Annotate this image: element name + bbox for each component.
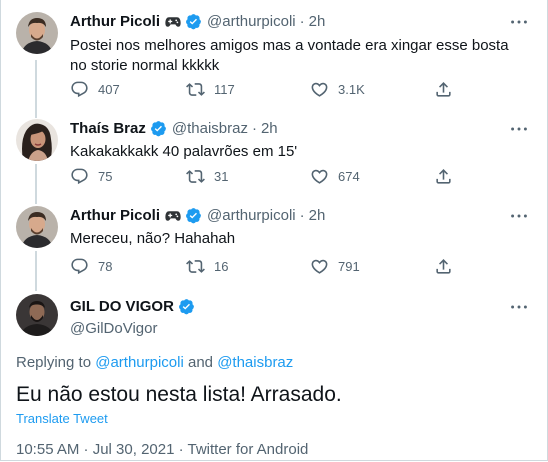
gamepad-icon bbox=[165, 16, 181, 27]
reply-count: 75 bbox=[98, 169, 113, 184]
reply-count: 407 bbox=[98, 82, 120, 97]
replying-user-link[interactable]: @thaisbraz bbox=[217, 354, 293, 371]
avatar[interactable] bbox=[16, 119, 58, 161]
tweet-actions: 78 16 791 bbox=[62, 257, 462, 277]
like-icon bbox=[311, 169, 328, 184]
tweet-text: Kakakakkakk 40 palavrões em 15' bbox=[70, 143, 298, 160]
like-count: 3.1K bbox=[338, 82, 365, 97]
author-name[interactable]: Arthur Picoli bbox=[70, 207, 160, 224]
author-name[interactable]: Arthur Picoli bbox=[70, 13, 160, 30]
reply-count: 78 bbox=[98, 259, 113, 274]
separator-dot: · bbox=[299, 13, 305, 30]
separator-dot: · bbox=[299, 207, 305, 224]
share-icon bbox=[436, 259, 451, 274]
thread-connector bbox=[35, 164, 37, 204]
thread-connector bbox=[35, 251, 37, 291]
like-icon bbox=[311, 82, 328, 97]
gamepad-icon bbox=[165, 210, 181, 221]
thread-connector bbox=[35, 60, 37, 118]
verified-badge-icon bbox=[186, 208, 201, 224]
like-button[interactable]: 674 bbox=[310, 167, 360, 186]
retweet-count: 31 bbox=[214, 169, 229, 184]
author-handle[interactable]: @thaisbraz bbox=[172, 120, 248, 137]
tweet-actions: 75 31 674 bbox=[62, 167, 462, 187]
more-icon[interactable] bbox=[508, 118, 530, 140]
tweet-meta[interactable]: 10:55 AM · Jul 30, 2021 · Twitter for An… bbox=[16, 441, 308, 458]
like-count: 674 bbox=[338, 169, 360, 184]
replying-prefix: Replying to bbox=[16, 354, 96, 371]
tweet-text: Mereceu, não? Hahahah bbox=[70, 230, 236, 247]
timestamp[interactable]: 2h bbox=[309, 207, 326, 224]
like-button[interactable]: 791 bbox=[310, 257, 360, 276]
main-tweet-text: Eu não estou nesta lista! Arrasado. bbox=[16, 383, 342, 406]
author-name[interactable]: GIL DO VIGOR bbox=[70, 298, 174, 315]
replying-user-link[interactable]: @arthurpicoli bbox=[95, 354, 184, 371]
share-icon bbox=[436, 169, 451, 184]
retweet-button[interactable]: 117 bbox=[186, 80, 235, 99]
tweet-header: Thaís Braz @thaisbraz · 2h bbox=[70, 120, 278, 137]
share-button[interactable] bbox=[434, 167, 453, 186]
replying-and: and bbox=[183, 354, 218, 371]
retweet-icon bbox=[186, 83, 205, 96]
more-icon[interactable] bbox=[508, 205, 530, 227]
tweet-header: Arthur Picoli @arthurpicoli · 2h bbox=[70, 13, 325, 30]
tweet-header: Arthur Picoli @arthurpicoli · 2h bbox=[70, 207, 325, 224]
more-icon[interactable] bbox=[508, 296, 530, 318]
like-button[interactable]: 3.1K bbox=[310, 80, 365, 99]
author-name[interactable]: Thaís Braz bbox=[70, 120, 146, 137]
retweet-count: 117 bbox=[214, 82, 235, 97]
share-button[interactable] bbox=[434, 257, 453, 276]
more-icon[interactable] bbox=[508, 11, 530, 33]
retweet-button[interactable]: 16 bbox=[186, 257, 228, 276]
reply-button[interactable]: 407 bbox=[70, 80, 120, 99]
tweet-actions: 407 117 3.1K bbox=[62, 80, 462, 100]
avatar[interactable] bbox=[16, 206, 58, 248]
timestamp[interactable]: 2h bbox=[261, 120, 278, 137]
replying-to: Replying to @arthurpicoli and @thaisbraz bbox=[16, 354, 293, 371]
reply-icon bbox=[71, 81, 88, 98]
reply-button[interactable]: 75 bbox=[70, 167, 112, 186]
avatar[interactable] bbox=[16, 294, 58, 336]
like-count: 791 bbox=[338, 259, 360, 274]
translate-tweet-link[interactable]: Translate Tweet bbox=[16, 411, 108, 426]
main-author-name[interactable]: GIL DO VIGOR bbox=[70, 298, 195, 315]
reply-button[interactable]: 78 bbox=[70, 257, 112, 276]
tweet-text: Postei nos melhores amigos mas a vontade… bbox=[70, 37, 509, 74]
verified-badge-icon bbox=[186, 14, 201, 30]
avatar[interactable] bbox=[16, 12, 58, 54]
verified-badge-icon bbox=[150, 121, 166, 137]
author-handle[interactable]: @arthurpicoli bbox=[207, 13, 296, 30]
author-handle[interactable]: @GilDoVigor bbox=[70, 320, 157, 337]
retweet-icon bbox=[186, 170, 205, 183]
share-icon bbox=[436, 82, 451, 97]
share-button[interactable] bbox=[434, 80, 453, 99]
reply-icon bbox=[71, 258, 88, 275]
author-handle[interactable]: @arthurpicoli bbox=[207, 207, 296, 224]
like-icon bbox=[311, 259, 328, 274]
retweet-button[interactable]: 31 bbox=[186, 167, 228, 186]
retweet-icon bbox=[186, 260, 205, 273]
retweet-count: 16 bbox=[214, 259, 229, 274]
separator-dot: · bbox=[251, 120, 257, 137]
timestamp[interactable]: 2h bbox=[309, 13, 326, 30]
verified-badge-icon bbox=[178, 299, 194, 315]
reply-icon bbox=[71, 168, 88, 185]
